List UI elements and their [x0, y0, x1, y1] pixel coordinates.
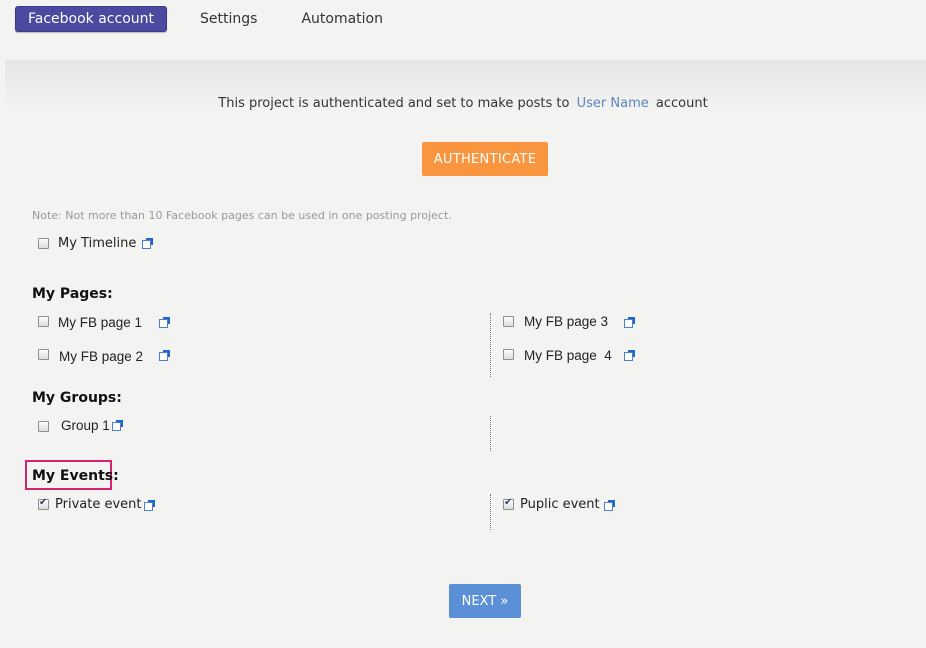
column-divider — [490, 313, 491, 377]
page-2-label: My FB page 2 — [59, 349, 144, 364]
page-4-label: My FB page 4 — [524, 348, 612, 363]
private-event-checkbox[interactable] — [38, 497, 49, 510]
column-divider — [490, 416, 491, 451]
page-3-checkbox[interactable] — [503, 316, 514, 327]
groups-heading: My Groups: — [32, 390, 122, 406]
group-1-checkbox[interactable] — [38, 421, 49, 432]
page-3-label: My FB page 3 — [524, 314, 609, 329]
events-heading: My Events: — [32, 468, 119, 484]
pages-limit-note: Note: Not more than 10 Facebook pages ca… — [32, 209, 452, 222]
page-1-checkbox[interactable] — [38, 316, 49, 327]
puplic-event-checkbox[interactable] — [503, 497, 514, 510]
tab-bar: Facebook account Settings Automation — [15, 5, 383, 32]
external-link-icon[interactable] — [112, 420, 123, 431]
external-link-icon[interactable] — [624, 317, 635, 328]
external-link-icon[interactable] — [624, 350, 635, 361]
tab-automation[interactable]: Automation — [301, 11, 383, 27]
auth-status-text: This project is authenticated and set to… — [0, 96, 926, 111]
timeline-label: My Timeline — [58, 236, 137, 251]
authenticate-button[interactable]: AUTHENTICATE — [422, 142, 548, 176]
external-link-icon[interactable] — [142, 238, 153, 249]
external-link-icon[interactable] — [159, 350, 170, 361]
tab-settings[interactable]: Settings — [200, 11, 257, 27]
pages-heading: My Pages: — [32, 286, 113, 302]
external-link-icon[interactable] — [159, 317, 170, 328]
external-link-icon[interactable] — [604, 500, 615, 511]
auth-text-after: account — [655, 96, 708, 111]
page-1-label: My FB page 1 — [58, 315, 143, 330]
auth-text-before: This project is authenticated and set to… — [218, 96, 570, 111]
tab-facebook-account[interactable]: Facebook account — [15, 5, 168, 32]
puplic-event-label: Puplic event — [520, 497, 600, 512]
page-2-checkbox[interactable] — [38, 349, 49, 360]
external-link-icon[interactable] — [144, 500, 155, 511]
user-name-link[interactable]: User Name — [577, 96, 649, 111]
next-button[interactable]: NEXT » — [449, 584, 521, 618]
column-divider — [490, 494, 491, 530]
timeline-checkbox[interactable] — [38, 238, 49, 249]
page-4-checkbox[interactable] — [503, 349, 514, 360]
private-event-label: Private event — [55, 497, 142, 512]
group-1-label: Group 1 — [61, 418, 110, 433]
